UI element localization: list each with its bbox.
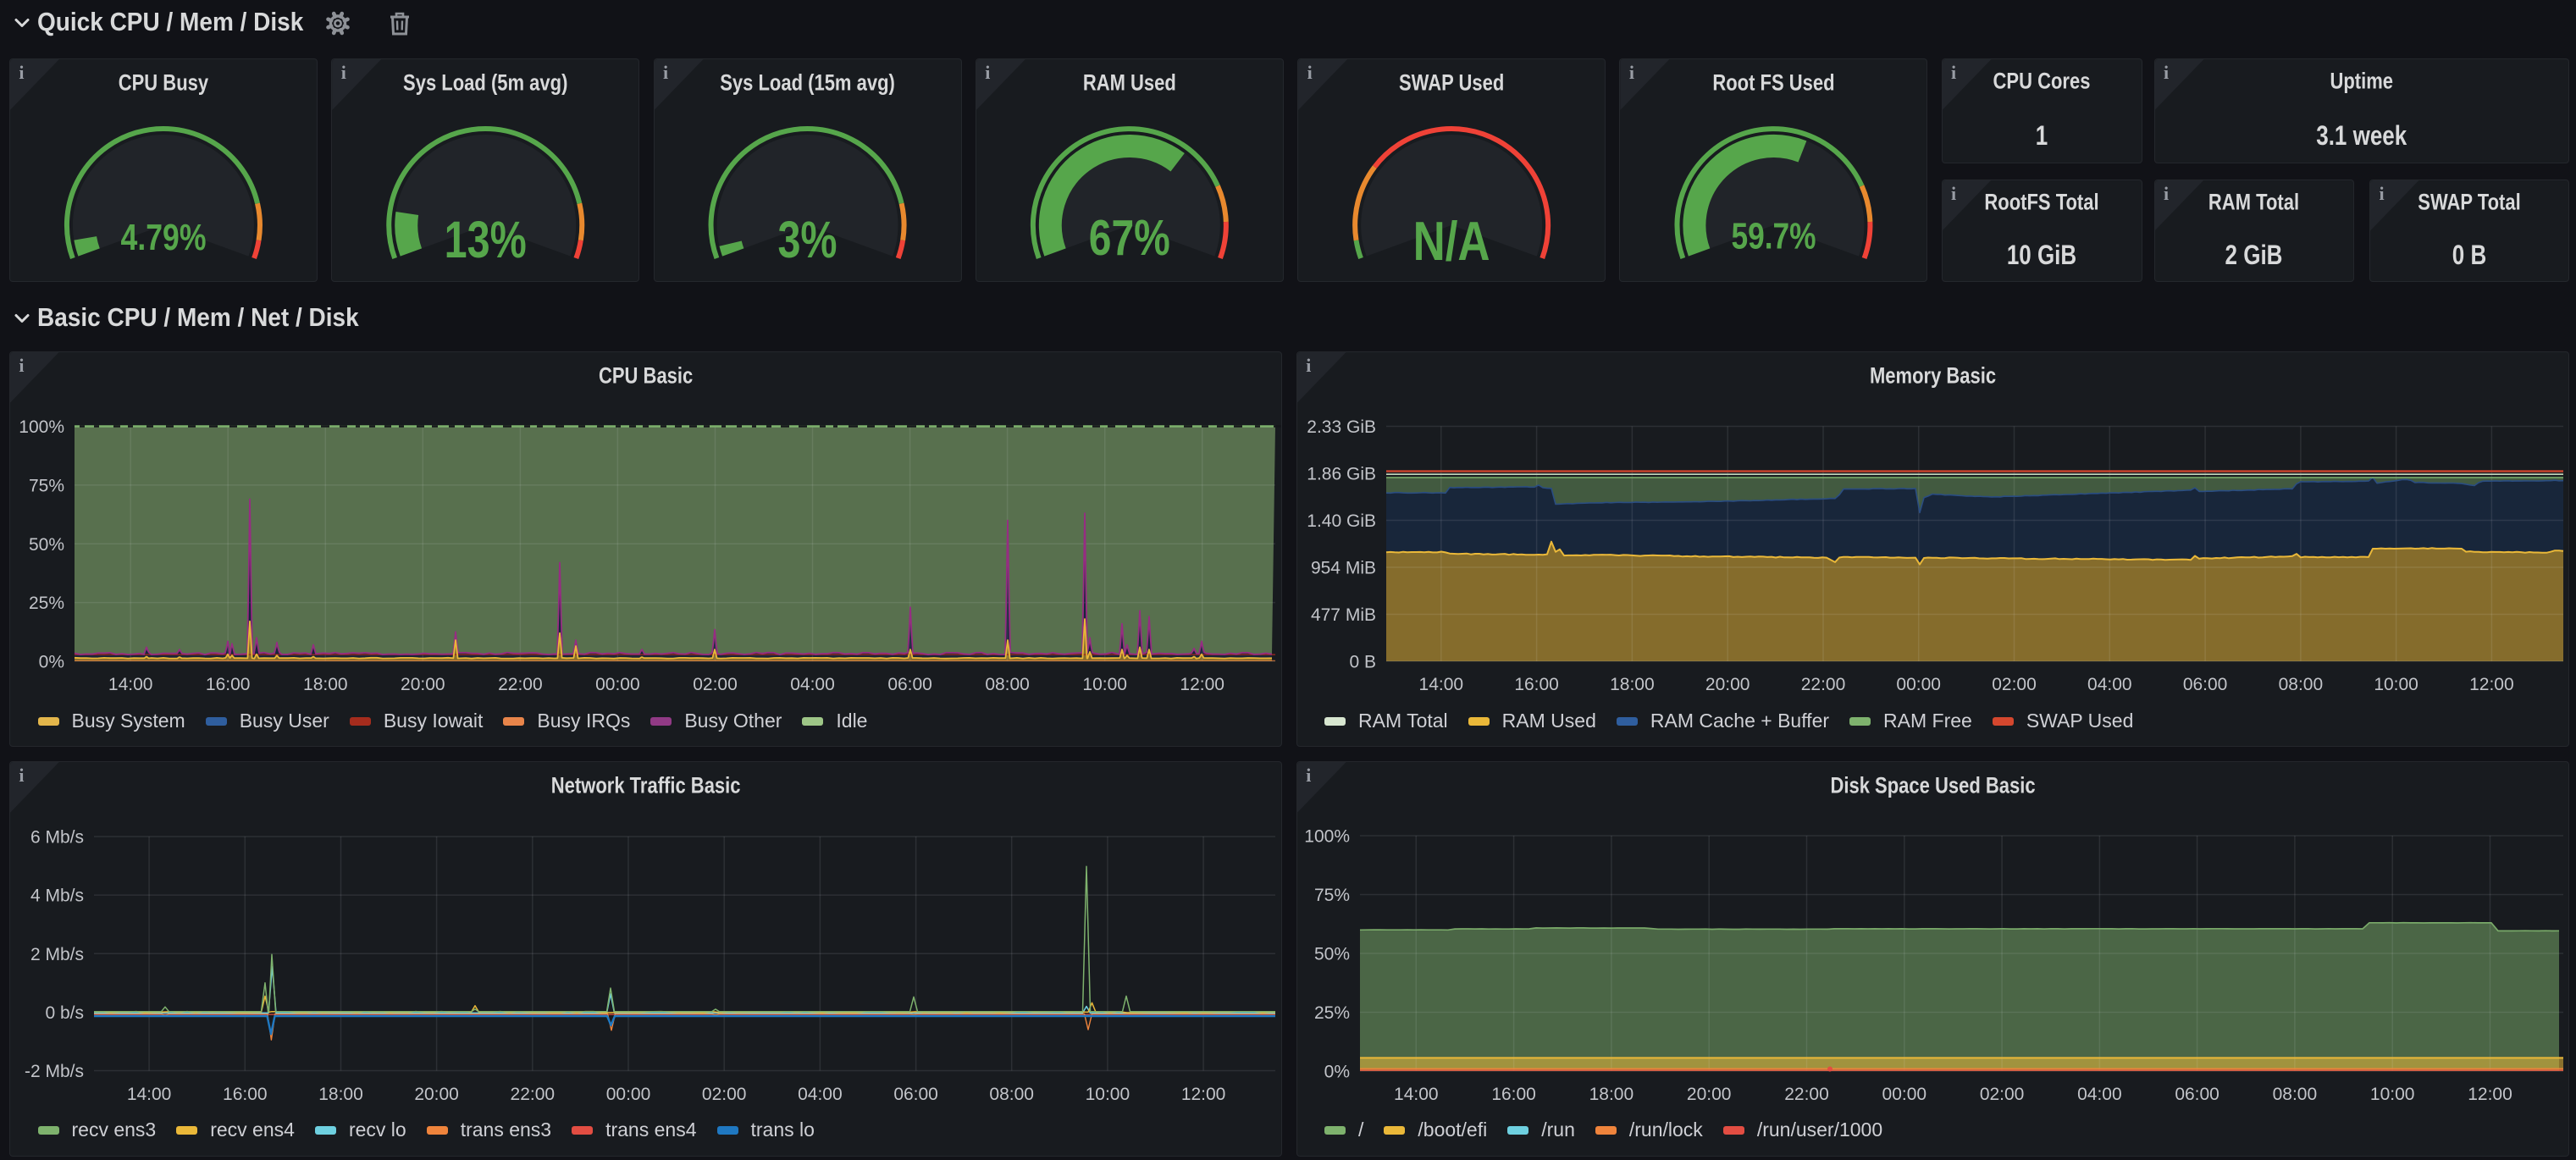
svg-text:16:00: 16:00 <box>1514 675 1559 694</box>
svg-text:22:00: 22:00 <box>1801 675 1846 694</box>
svg-text:22:00: 22:00 <box>1784 1085 1829 1104</box>
svg-text:16:00: 16:00 <box>223 1085 268 1104</box>
svg-text:954 MiB: 954 MiB <box>1311 559 1376 578</box>
svg-text:12:00: 12:00 <box>1181 1085 1226 1104</box>
svg-text:10:00: 10:00 <box>1086 1085 1130 1104</box>
svg-text:06:00: 06:00 <box>893 1085 938 1104</box>
svg-text:0 B: 0 B <box>1349 653 1376 672</box>
svg-text:100%: 100% <box>19 417 64 437</box>
svg-text:N/A: N/A <box>1413 209 1490 272</box>
svg-text:10:00: 10:00 <box>1082 675 1127 694</box>
svg-text:59.7%: 59.7% <box>1731 216 1816 257</box>
svg-text:08:00: 08:00 <box>2273 1085 2318 1104</box>
svg-text:02:00: 02:00 <box>1992 675 2037 694</box>
svg-text:02:00: 02:00 <box>693 675 738 694</box>
svg-text:04:00: 04:00 <box>790 675 835 694</box>
svg-text:00:00: 00:00 <box>1882 1085 1927 1104</box>
svg-text:50%: 50% <box>29 535 64 555</box>
svg-text:1.86 GiB: 1.86 GiB <box>1307 465 1376 484</box>
svg-text:0%: 0% <box>39 653 64 672</box>
svg-text:08:00: 08:00 <box>985 675 1030 694</box>
svg-text:25%: 25% <box>1314 1003 1350 1023</box>
svg-text:1.40 GiB: 1.40 GiB <box>1307 511 1376 531</box>
svg-text:14:00: 14:00 <box>1394 1085 1439 1104</box>
svg-text:3%: 3% <box>777 210 837 268</box>
svg-text:13%: 13% <box>445 210 527 268</box>
svg-text:08:00: 08:00 <box>2279 675 2324 694</box>
svg-text:12:00: 12:00 <box>1180 675 1224 694</box>
svg-text:18:00: 18:00 <box>318 1085 363 1104</box>
svg-text:02:00: 02:00 <box>1980 1085 2025 1104</box>
svg-text:22:00: 22:00 <box>511 1085 556 1104</box>
svg-text:4 Mb/s: 4 Mb/s <box>30 887 84 906</box>
svg-text:0 b/s: 0 b/s <box>45 1003 84 1023</box>
svg-text:20:00: 20:00 <box>401 675 445 694</box>
svg-text:12:00: 12:00 <box>2468 1085 2512 1104</box>
svg-text:18:00: 18:00 <box>1589 1085 1634 1104</box>
svg-text:14:00: 14:00 <box>108 675 153 694</box>
svg-text:-2 Mb/s: -2 Mb/s <box>25 1062 84 1081</box>
svg-text:18:00: 18:00 <box>303 675 348 694</box>
svg-text:14:00: 14:00 <box>127 1085 172 1104</box>
svg-text:2.33 GiB: 2.33 GiB <box>1307 417 1376 437</box>
svg-text:50%: 50% <box>1314 945 1350 964</box>
svg-text:06:00: 06:00 <box>2175 1085 2219 1104</box>
svg-text:00:00: 00:00 <box>1896 675 1941 694</box>
svg-text:6 Mb/s: 6 Mb/s <box>30 828 84 848</box>
svg-text:06:00: 06:00 <box>887 675 932 694</box>
svg-text:00:00: 00:00 <box>606 1085 651 1104</box>
svg-text:18:00: 18:00 <box>1610 675 1655 694</box>
svg-text:0%: 0% <box>1324 1063 1350 1082</box>
svg-text:08:00: 08:00 <box>989 1085 1034 1104</box>
svg-text:25%: 25% <box>29 594 64 613</box>
svg-text:04:00: 04:00 <box>798 1085 843 1104</box>
svg-text:16:00: 16:00 <box>206 675 251 694</box>
svg-text:10:00: 10:00 <box>2374 675 2418 694</box>
svg-text:2 Mb/s: 2 Mb/s <box>30 945 84 964</box>
svg-text:00:00: 00:00 <box>595 675 640 694</box>
svg-text:67%: 67% <box>1089 210 1170 266</box>
svg-text:477 MiB: 477 MiB <box>1311 605 1376 625</box>
svg-text:12:00: 12:00 <box>2469 675 2514 694</box>
svg-text:20:00: 20:00 <box>1705 675 1750 694</box>
svg-text:75%: 75% <box>29 476 64 495</box>
svg-text:02:00: 02:00 <box>702 1085 747 1104</box>
svg-text:20:00: 20:00 <box>414 1085 459 1104</box>
svg-text:06:00: 06:00 <box>2183 675 2228 694</box>
svg-text:4.79%: 4.79% <box>121 218 207 258</box>
svg-text:100%: 100% <box>1304 827 1350 847</box>
svg-text:75%: 75% <box>1314 886 1350 905</box>
svg-text:10:00: 10:00 <box>2370 1085 2415 1104</box>
svg-text:22:00: 22:00 <box>498 675 543 694</box>
svg-text:04:00: 04:00 <box>2077 1085 2122 1104</box>
svg-text:20:00: 20:00 <box>1687 1085 1732 1104</box>
svg-text:16:00: 16:00 <box>1491 1085 1536 1104</box>
svg-text:14:00: 14:00 <box>1419 675 1464 694</box>
svg-text:04:00: 04:00 <box>2087 675 2132 694</box>
